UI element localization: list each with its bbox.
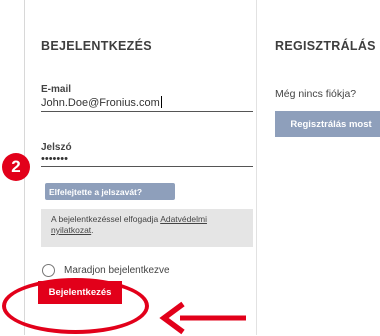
privacy-notice: A bejelentkezéssel elfogadja Adatvédelmi… <box>41 209 253 247</box>
step-number-badge: 2 <box>2 153 30 181</box>
login-heading: BEJELENTKEZÉS <box>41 39 152 53</box>
register-panel: REGISZTRÁLÁS Még nincs fiókja? Regisztrá… <box>256 0 380 335</box>
password-underline <box>41 166 253 167</box>
email-value: John.Doe@Fronius.com <box>41 97 160 109</box>
register-button[interactable]: Regisztrálás most <box>275 111 380 137</box>
pointer-arrow-icon <box>159 301 246 335</box>
register-heading: REGISZTRÁLÁS <box>275 39 376 53</box>
password-label: Jelszó <box>41 142 72 153</box>
email-underline <box>41 111 253 112</box>
email-label: E-mail <box>41 84 72 95</box>
text-caret <box>160 96 162 108</box>
remember-me-radio[interactable] <box>42 264 55 277</box>
remember-me-label[interactable]: Maradjon bejelentkezve <box>64 265 170 276</box>
password-field[interactable]: ••••••• <box>41 153 68 165</box>
email-field[interactable]: John.Doe@Fronius.com <box>41 96 162 109</box>
notice-end: . <box>91 225 94 235</box>
forgot-password-button[interactable]: Elfelejtette a jelszavát? <box>45 183 175 200</box>
register-prompt: Még nincs fiókja? <box>275 88 357 100</box>
notice-text: A bejelentkezéssel elfogadja <box>51 214 159 224</box>
highlight-ring <box>2 278 149 334</box>
